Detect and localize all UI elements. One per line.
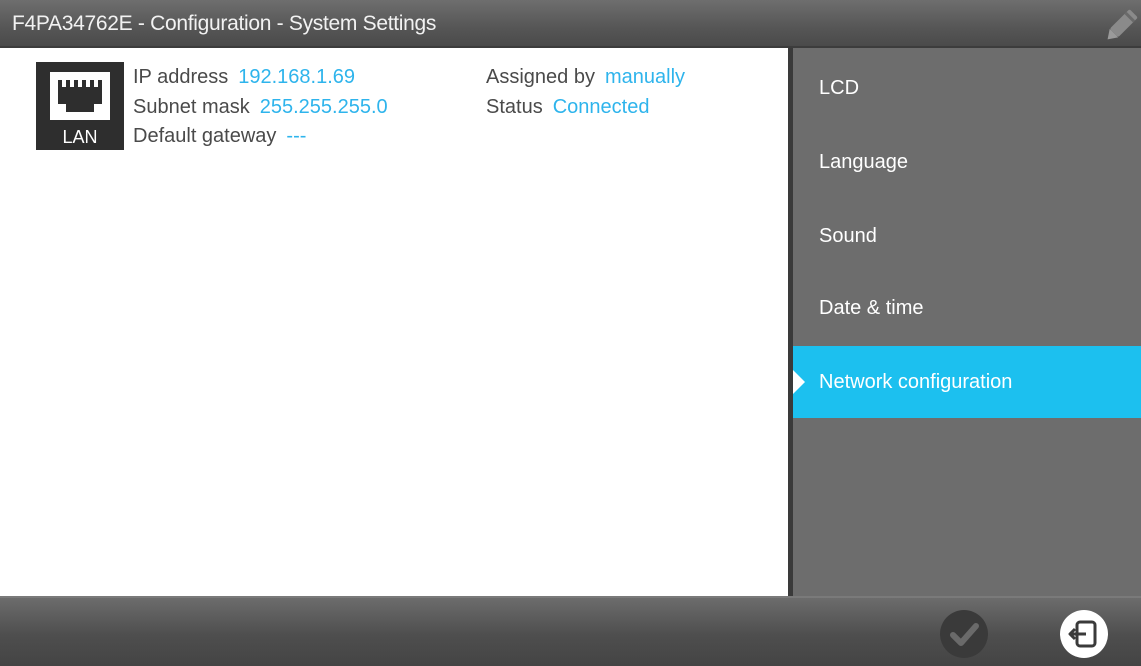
assigned-by-value: manually (604, 66, 686, 88)
sidebar-item-date-time[interactable]: Date & time (793, 272, 1141, 344)
network-info-panel: LAN IP address 192.168.1.69 Subnet mask 25… (0, 48, 788, 596)
status-value: Connected (552, 96, 650, 118)
ip-address-row: IP address 192.168.1.69 (133, 66, 355, 89)
checkmark-circle-icon (940, 610, 988, 658)
sidebar-item-label: LCD (819, 77, 860, 99)
sidebar-item-label: Language (819, 151, 908, 173)
sidebar-item-label: Date & time (819, 297, 924, 319)
status-label: Status (486, 96, 543, 118)
exit-icon (1060, 610, 1108, 658)
status-row: Status Connected (486, 96, 649, 119)
sidebar-item-sound[interactable]: Sound (793, 200, 1141, 272)
exit-button[interactable] (1058, 608, 1110, 660)
selection-arrow-icon (793, 370, 805, 394)
ip-address-value: 192.168.1.69 (238, 66, 356, 88)
window-title: F4PA34762E - Configuration - System Sett… (12, 12, 437, 35)
sidebar-item-network-configuration[interactable]: Network configuration (793, 346, 1141, 418)
sidebar-item-label: Network configuration (819, 371, 1013, 393)
default-gateway-value: --- (286, 125, 307, 147)
sidebar-item-language[interactable]: Language (793, 126, 1141, 198)
subnet-mask-label: Subnet mask (133, 96, 250, 118)
lan-label: LAN (62, 127, 98, 147)
assigned-by-label: Assigned by (486, 66, 595, 88)
title-bar: F4PA34762E - Configuration - System Sett… (0, 0, 1141, 48)
ip-address-label: IP address (133, 66, 229, 88)
assigned-by-row: Assigned by manually (486, 66, 685, 89)
pencil-icon[interactable] (1103, 6, 1139, 46)
confirm-button[interactable] (938, 608, 990, 660)
sidebar-item-lcd[interactable]: LCD (793, 52, 1141, 124)
default-gateway-row: Default gateway --- (133, 125, 306, 148)
lan-icon: LAN (36, 62, 124, 150)
settings-sidebar: LCD Language Sound Date & time Network c… (788, 48, 1141, 596)
subnet-mask-row: Subnet mask 255.255.255.0 (133, 96, 388, 119)
sidebar-item-label: Sound (819, 225, 877, 247)
subnet-mask-value: 255.255.255.0 (259, 96, 388, 118)
footer-bar (0, 596, 1141, 666)
default-gateway-label: Default gateway (133, 125, 277, 147)
